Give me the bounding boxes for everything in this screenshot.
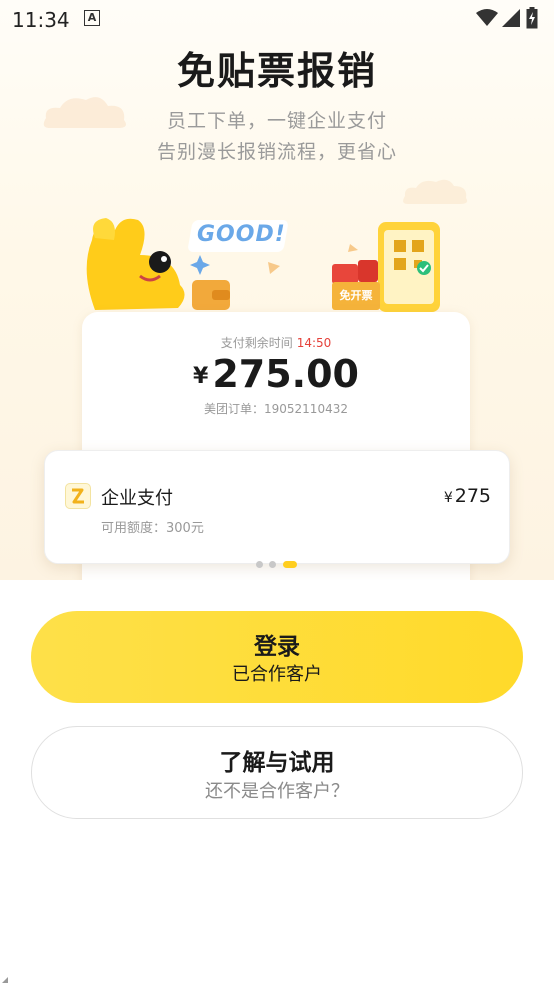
good-text: GOOD! <box>197 222 286 247</box>
carousel-dot-active[interactable] <box>283 561 297 568</box>
enterprise-pay-icon <box>65 483 91 509</box>
battery-charging-icon <box>526 7 538 29</box>
corner-mark-icon <box>2 977 8 983</box>
hero-illustration <box>86 218 440 312</box>
amount-value: 275.00 <box>212 352 359 396</box>
remaining-label: 支付剩余时间 <box>220 336 293 350</box>
enterprise-pay-quota: 可用额度：300元 <box>101 521 204 536</box>
status-time: 11:34 <box>12 8 70 32</box>
login-button-title: 登录 <box>254 634 300 660</box>
currency-symbol: ¥ <box>193 364 209 389</box>
hero-subtitle-line2: 告别漫长报销流程，更省心 <box>156 141 397 163</box>
carousel-dot[interactable] <box>269 561 276 568</box>
wifi-icon <box>476 9 498 26</box>
enterprise-pay-amount: ¥275 <box>444 485 491 507</box>
cloud-decoration <box>43 97 126 128</box>
text-a-icon: A <box>84 10 100 26</box>
trial-button-subtitle: 还不是合作客户？ <box>205 781 349 802</box>
payment-remaining-time: 支付剩余时间 14:50 <box>82 334 470 351</box>
signal-icon <box>502 9 520 27</box>
login-button[interactable]: 登录 已合作客户 <box>31 611 523 703</box>
hero-banner: 11:34 A 免贴票报销 员工下单，一键企业支付 告别漫长报销流程，更省心 G… <box>0 0 554 580</box>
trial-button[interactable]: 了解与试用 还不是合作客户？ <box>31 726 523 819</box>
enterprise-pay-card: 企业支付 可用额度：300元 ¥275 <box>44 450 510 564</box>
amount-value: 275 <box>454 485 491 507</box>
hero-title: 免贴票报销 <box>176 49 377 93</box>
trial-button-title: 了解与试用 <box>219 750 335 776</box>
enterprise-pay-title: 企业支付 <box>101 488 173 509</box>
payment-amount: ¥275.00 <box>82 352 470 396</box>
order-number: 美团订单：19052110432 <box>204 402 348 416</box>
no-invoice-badge: 免开票 <box>332 282 380 310</box>
status-bar: 11:34 A <box>0 0 554 38</box>
remaining-countdown: 14:50 <box>296 336 332 350</box>
currency-symbol: ¥ <box>443 490 453 506</box>
login-button-subtitle: 已合作客户 <box>232 664 322 685</box>
carousel-dot[interactable] <box>256 561 263 568</box>
